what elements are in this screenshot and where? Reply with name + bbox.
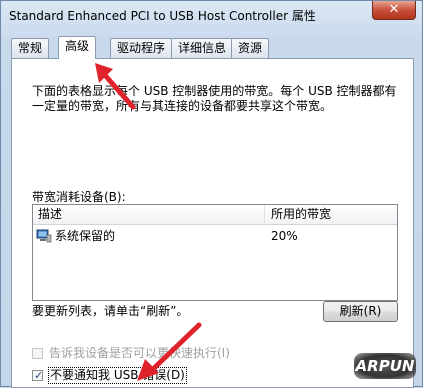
properties-window: Standard Enhanced PCI to USB Host Contro… (0, 0, 423, 388)
usb-error-checkbox[interactable]: ✓ (32, 369, 44, 382)
row-description: 系统保留的 (55, 229, 116, 243)
watermark: ARPUN (354, 353, 416, 379)
tab-driver[interactable]: 驱动程序 (110, 38, 173, 58)
refresh-button[interactable]: 刷新(R) (323, 301, 398, 322)
column-header-bandwidth[interactable]: 所用的带宽 (265, 205, 397, 224)
fast-execution-checkbox[interactable] (32, 348, 43, 359)
window-title: Standard Enhanced PCI to USB Host Contro… (9, 9, 316, 23)
list-header: 描述 所用的带宽 (33, 205, 397, 225)
bandwidth-description: 下面的表格显示每个 USB 控制器使用的带宽。每个 USB 控制器都有一定量的带… (32, 84, 397, 113)
usb-controller-icon (36, 229, 52, 243)
column-header-description[interactable]: 描述 (33, 205, 265, 224)
row-bandwidth: 20% (271, 229, 298, 243)
checkmark-icon: ✓ (34, 369, 44, 382)
close-button[interactable]: ✕ (372, 1, 416, 20)
usb-error-label[interactable]: 不要通知我 USB 错误(D) (48, 367, 187, 384)
title-bar[interactable]: Standard Enhanced PCI to USB Host Contro… (1, 1, 423, 31)
close-icon: ✕ (388, 2, 400, 17)
refresh-hint: 要更新列表，请单击“刷新”。 (32, 304, 189, 318)
tab-strip: 常规 高级 驱动程序 详细信息 资源 (11, 36, 411, 59)
tab-details[interactable]: 详细信息 (171, 38, 234, 58)
tab-general[interactable]: 常规 (11, 38, 50, 58)
advanced-tab-panel: 下面的表格显示每个 USB 控制器使用的带宽。每个 USB 控制器都有一定量的带… (11, 58, 414, 388)
devices-label: 带宽消耗设备(B): (32, 190, 126, 204)
tab-advanced[interactable]: 高级 (58, 36, 97, 59)
fast-execution-label: 告诉我设备是否可以更快速执行(I) (49, 346, 230, 360)
tab-resources[interactable]: 资源 (231, 38, 270, 58)
list-item[interactable]: 系统保留的 20% (33, 227, 397, 245)
bandwidth-device-list[interactable]: 描述 所用的带宽 系统保留的 20% (32, 204, 398, 301)
